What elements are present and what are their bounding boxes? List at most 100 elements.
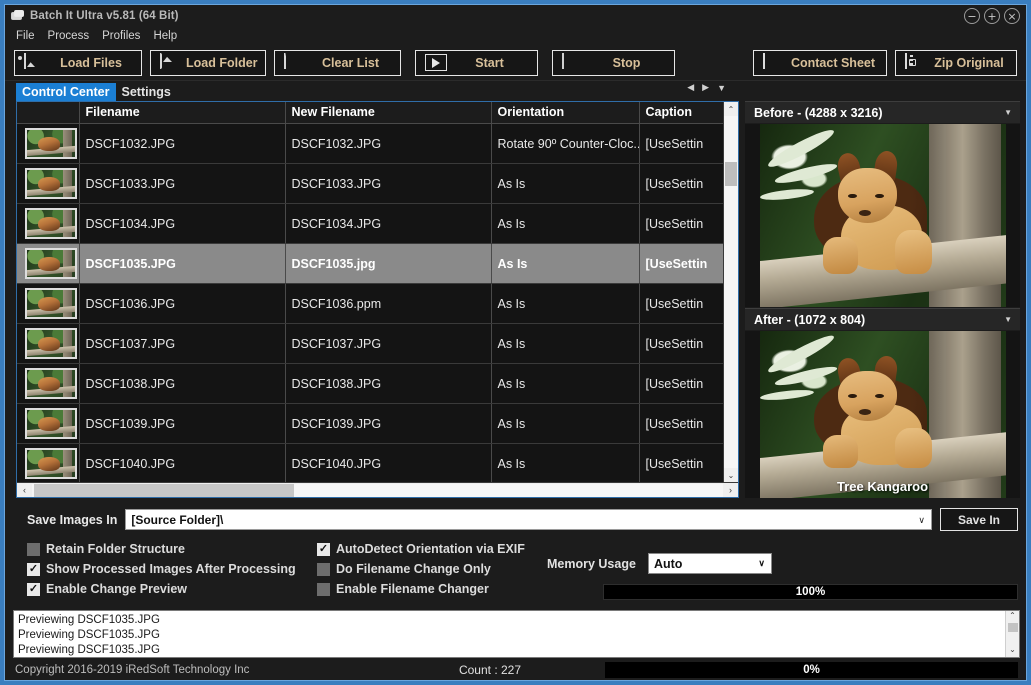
menu-item-profiles[interactable]: Profiles <box>102 30 140 42</box>
cell-orientation: As Is <box>491 283 640 324</box>
chevron-down-icon[interactable]: ∨ <box>918 515 925 526</box>
table-row[interactable]: DSCF1035.JPG DSCF1035.jpg As Is [UseSettin <box>17 243 723 284</box>
thumbnail-icon[interactable] <box>24 168 77 199</box>
col-new-filename[interactable]: New Filename <box>285 102 492 124</box>
save-path-value: [Source Folder]\ <box>131 512 224 527</box>
checkbox-box[interactable] <box>317 582 330 596</box>
thumbnail-icon[interactable] <box>24 328 77 359</box>
chevron-down-icon[interactable]: ∨ <box>758 558 765 569</box>
checkbox-box[interactable]: ✓ <box>27 562 40 576</box>
clear-list-button[interactable]: Clear List <box>274 49 401 76</box>
checkbox-box[interactable] <box>317 562 330 576</box>
checkbox-box[interactable]: ✓ <box>317 542 330 556</box>
after-preview-image[interactable]: Tree Kangaroo <box>745 331 1020 498</box>
table-row[interactable]: DSCF1036.JPG DSCF1036.ppm As Is [UseSettin <box>17 283 723 324</box>
table-row[interactable]: DSCF1039.JPG DSCF1039.JPG As Is [UseSettin <box>17 403 723 444</box>
after-preview-caret-icon[interactable]: ▼ <box>1004 315 1012 324</box>
grid-vertical-scrollbar[interactable]: ⌃ ⌄ <box>723 102 738 482</box>
checkbox-do-filename-change-only[interactable]: Do Filename Change Only <box>317 559 547 579</box>
checkbox-autodetect-orientation[interactable]: ✓ AutoDetect Orientation via EXIF <box>317 539 547 559</box>
checkbox-enable-change-preview[interactable]: ✓ Enable Change Preview <box>27 579 317 599</box>
hscroll-right-icon[interactable]: › <box>723 485 738 495</box>
document-icon <box>284 53 303 71</box>
table-row[interactable]: DSCF1040.JPG DSCF1040.JPG As Is [UseSettin <box>17 443 723 482</box>
checkbox-box[interactable]: ✓ <box>27 582 40 596</box>
thumbnail-icon[interactable] <box>24 368 77 399</box>
checkbox-show-processed-images[interactable]: ✓ Show Processed Images After Processing <box>27 559 317 579</box>
cell-new-filename: DSCF1039.JPG <box>285 403 492 444</box>
start-button[interactable]: Start <box>415 49 538 76</box>
save-in-button[interactable]: Save In <box>940 508 1018 531</box>
status-bar: Copyright 2016-2019 iRedSoft Technology … <box>5 660 1026 680</box>
log-scroll-thumb[interactable] <box>1007 622 1018 632</box>
contact-sheet-button[interactable]: Contact Sheet <box>753 49 887 76</box>
vscroll-thumb[interactable] <box>725 162 737 186</box>
cell-filename: DSCF1040.JPG <box>79 443 286 482</box>
checkbox-box[interactable] <box>27 542 40 556</box>
before-preview-image[interactable] <box>745 124 1020 307</box>
checkbox-enable-filename-changer[interactable]: Enable Filename Changer <box>317 579 547 599</box>
zip-original-button[interactable]: Zip Original <box>895 49 1017 76</box>
thumbnail-icon[interactable] <box>24 128 77 159</box>
save-path-combobox[interactable]: [Source Folder]\ ∨ <box>125 509 932 530</box>
load-files-button[interactable]: Load Files <box>14 49 142 76</box>
scroll-up-icon[interactable]: ⌃ <box>724 102 738 116</box>
thumbnail-icon[interactable] <box>24 248 77 279</box>
tab-prev-icon[interactable]: ◀ <box>687 82 694 93</box>
grid-horizontal-scrollbar[interactable]: ‹ › <box>17 482 738 497</box>
cell-orientation: As Is <box>491 323 640 364</box>
row-thumbnail[interactable] <box>17 323 80 364</box>
tab-settings[interactable]: Settings <box>116 83 177 101</box>
window-controls: − + × <box>964 8 1020 24</box>
menu-item-process[interactable]: Process <box>48 30 90 42</box>
menu-item-help[interactable]: Help <box>153 30 177 42</box>
row-thumbnail[interactable] <box>17 123 80 164</box>
table-row[interactable]: DSCF1037.JPG DSCF1037.JPG As Is [UseSettin <box>17 323 723 364</box>
hscroll-thumb[interactable] <box>34 483 294 497</box>
row-thumbnail[interactable] <box>17 363 80 404</box>
cell-filename: DSCF1034.JPG <box>79 203 286 244</box>
row-thumbnail[interactable] <box>17 283 80 324</box>
log-scroll-up-icon[interactable]: ⌃ <box>1009 611 1016 623</box>
stop-button[interactable]: Stop <box>552 49 675 76</box>
table-row[interactable]: DSCF1038.JPG DSCF1038.JPG As Is [UseSettin <box>17 363 723 404</box>
thumbnail-icon[interactable] <box>24 448 77 479</box>
menu-item-file[interactable]: File <box>16 30 35 42</box>
thumbnail-icon[interactable] <box>24 408 77 439</box>
tab-menu-icon[interactable]: ▼ <box>717 83 726 93</box>
checkbox-retain-folder-structure[interactable]: Retain Folder Structure <box>27 539 317 559</box>
tab-next-icon[interactable]: ▶ <box>702 82 709 93</box>
cell-filename: DSCF1036.JPG <box>79 283 286 324</box>
tab-control-center[interactable]: Control Center <box>16 83 116 101</box>
row-thumbnail[interactable] <box>17 243 80 284</box>
close-icon[interactable]: × <box>1004 8 1020 24</box>
row-thumbnail[interactable] <box>17 203 80 244</box>
row-thumbnail[interactable] <box>17 163 80 204</box>
maximize-icon[interactable]: + <box>984 8 1000 24</box>
vscroll-track[interactable] <box>724 116 738 468</box>
log-text: Previewing DSCF1035.JPG Previewing DSCF1… <box>14 611 1005 657</box>
thumbnail-icon[interactable] <box>24 208 77 239</box>
load-folder-button[interactable]: Load Folder <box>150 49 266 76</box>
col-thumbnail[interactable] <box>17 102 80 124</box>
memory-usage-value: Auto <box>653 556 683 571</box>
table-row[interactable]: DSCF1033.JPG DSCF1033.JPG As Is [UseSettin <box>17 163 723 204</box>
hscroll-left-icon[interactable]: ‹ <box>17 485 32 495</box>
table-row[interactable]: DSCF1032.JPG DSCF1032.JPG Rotate 90º Count… <box>17 123 723 164</box>
before-preview-caret-icon[interactable]: ▼ <box>1004 108 1012 117</box>
thumbnail-icon[interactable] <box>24 288 77 319</box>
col-orientation[interactable]: Orientation <box>491 102 640 124</box>
row-thumbnail[interactable] <box>17 443 80 482</box>
table-row[interactable]: DSCF1034.JPG DSCF1034.JPG As Is [UseSettin <box>17 203 723 244</box>
col-caption[interactable]: Caption <box>639 102 723 124</box>
hscroll-track[interactable] <box>32 483 723 497</box>
log-scroll-down-icon[interactable]: ⌄ <box>1009 645 1016 657</box>
row-thumbnail[interactable] <box>17 403 80 444</box>
memory-usage-select[interactable]: Auto ∨ <box>647 553 772 574</box>
log-panel[interactable]: Previewing DSCF1035.JPG Previewing DSCF1… <box>13 610 1020 658</box>
col-filename[interactable]: Filename <box>79 102 286 124</box>
copyright-text: Copyright 2016-2019 iRedSoft Technology … <box>15 664 250 676</box>
scroll-down-icon[interactable]: ⌄ <box>724 468 738 482</box>
log-scrollbar[interactable]: ⌃ ⌄ <box>1005 611 1019 657</box>
minimize-icon[interactable]: − <box>964 8 980 24</box>
